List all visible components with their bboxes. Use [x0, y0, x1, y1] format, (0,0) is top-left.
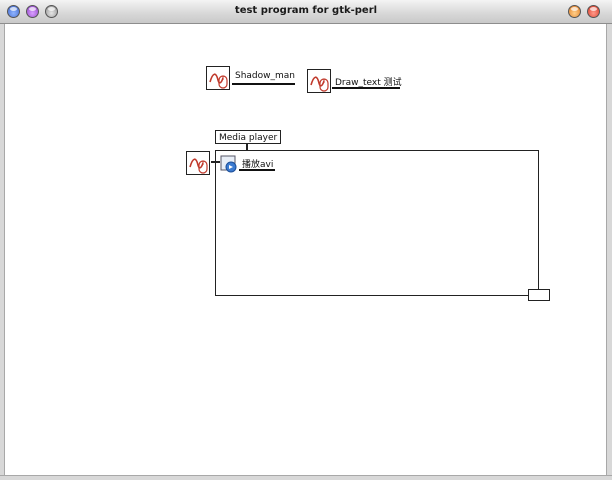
minimize-window-button[interactable]	[568, 5, 581, 18]
shadow-man-mouse-icon[interactable]	[206, 66, 230, 90]
maximize-window-button[interactable]	[587, 5, 600, 18]
title-bar[interactable]: test program for gtk-perl	[0, 0, 612, 24]
play-avi-underline	[239, 169, 275, 171]
media-trigger-connector	[211, 161, 220, 163]
media-player-icon[interactable]	[220, 155, 238, 173]
media-trigger-mouse-icon[interactable]	[186, 151, 210, 175]
media-player-box[interactable]	[215, 150, 539, 296]
window-frame-right	[606, 24, 612, 480]
draw-text-mouse-icon[interactable]	[307, 69, 331, 93]
media-player-label[interactable]: Media player	[215, 130, 282, 144]
draw-text-underline	[332, 87, 400, 89]
shadow-man-underline	[232, 83, 295, 85]
window-frame-bottom	[0, 475, 612, 480]
window-title: test program for gtk-perl	[234, 5, 378, 16]
app-window: test program for gtk-perl Shadow_man Dra…	[0, 0, 612, 480]
media-player-resize-handle[interactable]	[528, 289, 550, 301]
shadow-man-label[interactable]: Shadow_man	[235, 71, 295, 81]
